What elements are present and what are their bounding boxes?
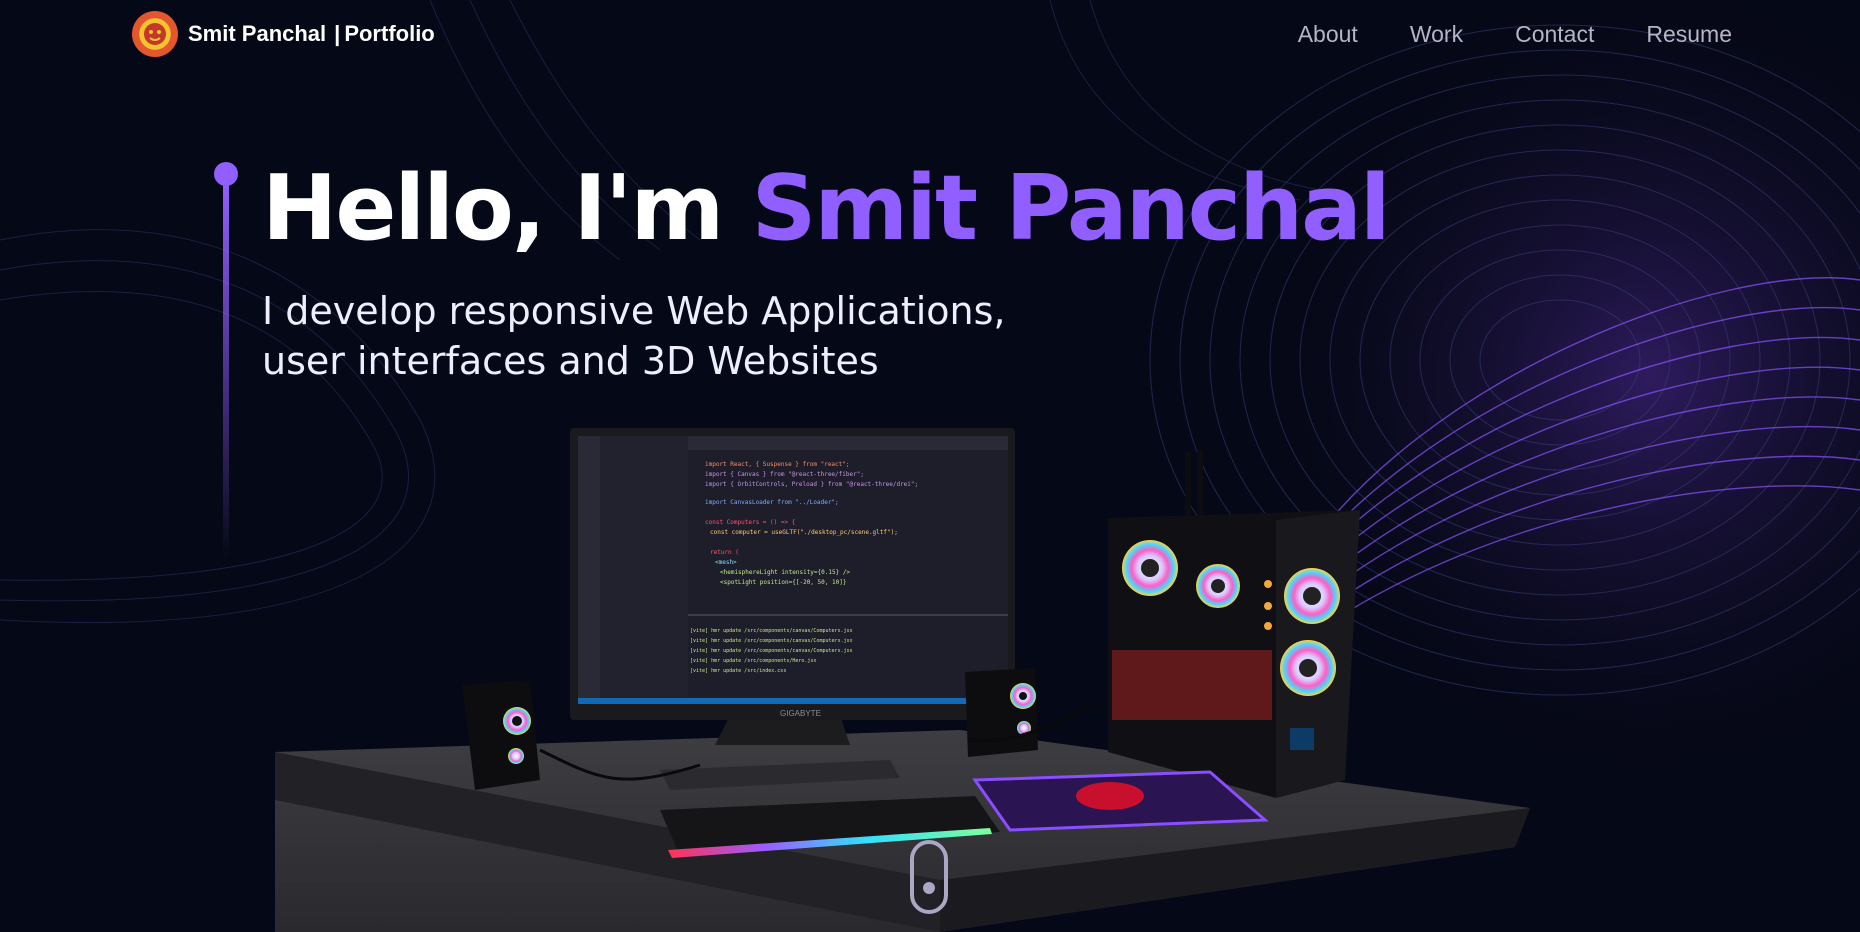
svg-text:return (: return ( (710, 549, 739, 556)
nav-link-about[interactable]: About (1298, 21, 1358, 48)
svg-text:[vite] hmr update /src/compone: [vite] hmr update /src/components/canvas… (690, 628, 853, 634)
pc-tower (1108, 450, 1360, 798)
monitor-brand-label: GIGABYTE (780, 709, 821, 718)
lion-logo-icon (132, 11, 178, 57)
nav-link-resume[interactable]: Resume (1646, 21, 1732, 48)
nav-link-work[interactable]: Work (1410, 21, 1463, 48)
navbar: Smit Panchal | Portfolio About Work Contac… (132, 10, 1732, 58)
brand-suffix: Portfolio (344, 21, 435, 46)
hero-name: Smit Panchal (751, 156, 1391, 261)
svg-text:[vite] hmr update /src/compone: [vite] hmr update /src/components/Hero.j… (690, 658, 816, 664)
hero-section: Hello, I'm Smit Panchal I develop respon… (262, 150, 1391, 386)
svg-text:[vite] hmr update /src/index.c: [vite] hmr update /src/index.css (690, 668, 786, 674)
nav-link-contact[interactable]: Contact (1515, 21, 1594, 48)
svg-text:import React, { Suspense } fro: import React, { Suspense } from "react"; (705, 461, 850, 468)
brand-name: Smit Panchal (188, 21, 327, 46)
brand-separator: | (334, 21, 341, 46)
hero-greeting: Hello, I'm (262, 156, 724, 261)
svg-text:<mesh>: <mesh> (715, 559, 737, 566)
svg-text:const Computers = () => {: const Computers = () => { (705, 519, 795, 526)
hero-subtitle-line1: I develop responsive Web Applications, (262, 289, 1006, 333)
scroll-down-indicator[interactable] (910, 840, 948, 914)
nav-links: About Work Contact Resume (1298, 21, 1732, 48)
svg-text:import { Canvas } from "@react: import { Canvas } from "@react-three/fib… (705, 471, 864, 478)
svg-text:import CanvasLoader from "../L: import CanvasLoader from "../Loader"; (705, 499, 839, 506)
svg-text:[vite] hmr update /src/compone: [vite] hmr update /src/components/canvas… (690, 648, 853, 654)
scroll-dot-icon (923, 882, 935, 894)
mousepad (972, 770, 1269, 832)
brand-title: Smit Panchal | Portfolio (188, 21, 435, 47)
brand-link[interactable]: Smit Panchal | Portfolio (132, 11, 435, 57)
svg-text:<hemisphereLight intensity={0.: <hemisphereLight intensity={0.15} /> (720, 569, 850, 576)
hero-subtitle: I develop responsive Web Applications, us… (262, 286, 1389, 386)
svg-text:const computer = useGLTF("./de: const computer = useGLTF("./desktop_pc/s… (710, 529, 898, 536)
svg-text:import { OrbitControls, Preloa: import { OrbitControls, Preload } from "… (705, 481, 918, 488)
hero-heading: Hello, I'm Smit Panchal (262, 150, 1391, 268)
svg-text:<spotLight position={[-20, 50,: <spotLight position={[-20, 50, 10]} (720, 579, 846, 586)
left-speaker (462, 680, 540, 790)
right-speaker (965, 668, 1038, 757)
svg-text:[vite] hmr update /src/compone: [vite] hmr update /src/components/canvas… (690, 638, 853, 644)
hero-subtitle-line2: user interfaces and 3D Websites (262, 339, 879, 383)
